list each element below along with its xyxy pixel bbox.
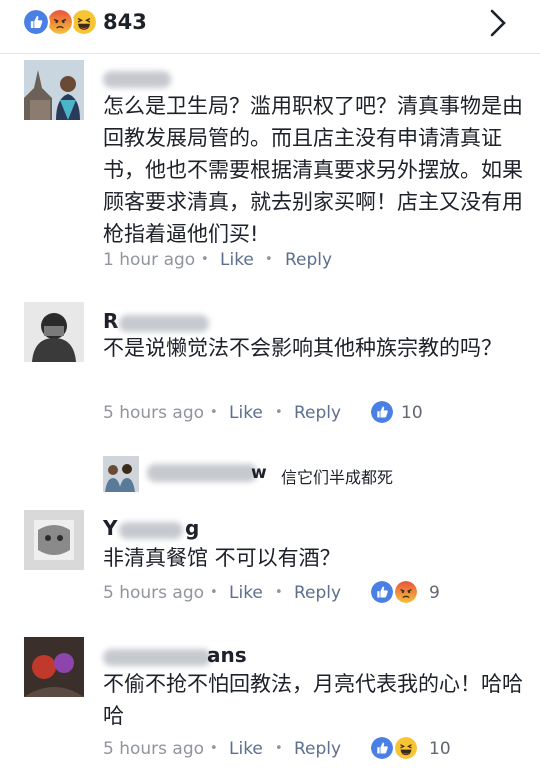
comment-meta: 1 hour ago • Like • Reply (103, 246, 403, 274)
reply-button[interactable]: Reply (294, 735, 341, 763)
like-button[interactable]: Like (229, 399, 263, 427)
reactions-summary-bar[interactable]: 843 (0, 0, 540, 52)
comment-meta: 5 hours ago • Like • Reply 9 (103, 579, 443, 607)
separator-dot: • (210, 741, 218, 756)
comment-text: 不是说懒觉法不会影响其他种族宗教的吗？ (103, 336, 502, 360)
angry-icon (393, 579, 419, 605)
commenter-name[interactable]: ans (103, 643, 263, 670)
reaction-count[interactable]: 10 (429, 735, 451, 763)
angry-icon (46, 8, 74, 36)
avatar[interactable] (24, 302, 84, 362)
chevron-right-icon[interactable] (486, 8, 510, 38)
like-icon (369, 399, 395, 425)
reply-preview[interactable]: w 信它们半成都死 (103, 456, 523, 494)
reply-button[interactable]: Reply (294, 399, 341, 427)
reply-button[interactable]: Reply (285, 246, 332, 274)
comment-time: 1 hour ago (103, 250, 196, 270)
haha-icon (70, 8, 98, 36)
like-icon (369, 579, 395, 605)
reply-author-suffix: w (251, 463, 267, 483)
separator-dot: • (265, 252, 273, 267)
comment-time: 5 hours ago (103, 403, 205, 423)
like-button[interactable]: Like (220, 246, 254, 274)
avatar (103, 456, 139, 492)
separator-dot: • (275, 741, 283, 756)
comment-time: 5 hours ago (103, 583, 205, 603)
comment-meta: 5 hours ago • Like • Reply 10 (103, 735, 463, 763)
separator-dot: • (201, 252, 209, 267)
avatar[interactable] (24, 60, 84, 120)
like-icon (369, 735, 395, 761)
separator-dot: • (210, 585, 218, 600)
commenter-name[interactable] (103, 68, 183, 92)
like-icon (22, 8, 50, 36)
comment-time: 5 hours ago (103, 739, 205, 759)
comment-text: 怎么是卫生局？滥用职权了吧？清真事物是由回教发展局管的。而且店主没有申请清真证书… (103, 94, 523, 246)
comment-text: 不偷不抢不怕回教法，月亮代表我的心！哈哈哈 (103, 672, 523, 728)
separator-dot: • (210, 405, 218, 420)
reply-button[interactable]: Reply (294, 579, 341, 607)
separator-dot: • (275, 405, 283, 420)
comment-text: 非清真餐馆 不可以有酒？ (103, 546, 341, 570)
avatar[interactable] (24, 510, 84, 570)
like-button[interactable]: Like (229, 579, 263, 607)
avatar[interactable] (24, 637, 84, 697)
comment-meta: 5 hours ago • Like • Reply 10 (103, 399, 443, 427)
reaction-count[interactable]: 9 (429, 579, 440, 607)
reply-text: 信它们半成都死 (281, 468, 394, 487)
like-button[interactable]: Like (229, 735, 263, 763)
header-divider (0, 53, 540, 54)
reply-author-name (147, 464, 257, 482)
commenter-name[interactable]: Y g (103, 516, 213, 543)
haha-icon (393, 735, 419, 761)
separator-dot: • (275, 585, 283, 600)
reaction-total-count: 843 (103, 10, 147, 34)
reaction-count[interactable]: 10 (401, 399, 423, 427)
